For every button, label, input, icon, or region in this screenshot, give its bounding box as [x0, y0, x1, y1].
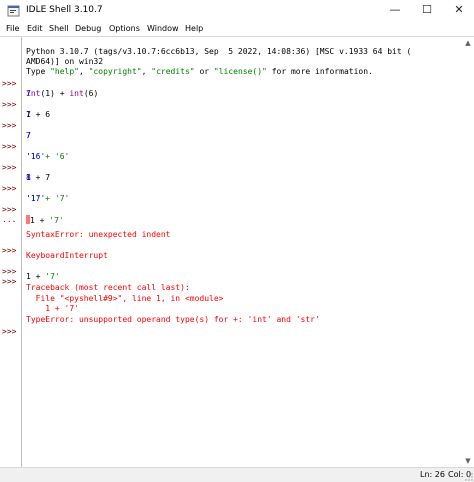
- output-line: 7: [26, 131, 31, 140]
- resize-grip-icon[interactable]: [465, 473, 473, 481]
- menu-shell[interactable]: Shell: [49, 22, 69, 35]
- maximize-button[interactable]: ☐: [412, 0, 442, 22]
- error-line: TypeError: unsupported operand type(s) f…: [26, 315, 320, 324]
- menu-file[interactable]: File: [6, 22, 19, 35]
- scroll-up-arrow-icon[interactable]: ▲: [462, 37, 474, 49]
- menu-debug[interactable]: Debug: [75, 22, 101, 35]
- banner-line: Python 3.10.7 (tags/v3.10.7:6cc6b13, Sep…: [26, 47, 412, 56]
- shell-text-area[interactable]: Python 3.10.7 (tags/v3.10.7:6cc6b13, Sep…: [0, 36, 474, 467]
- banner-line: AMD64)] on win32: [26, 57, 104, 66]
- output-line: 7: [26, 89, 31, 98]
- traceback-line: File "<pyshell#9>", line 1, in <module>: [26, 294, 224, 303]
- output-line: 7: [26, 110, 31, 119]
- line-number-indicator: Ln: 26: [420, 470, 445, 479]
- input-line: >>> 1 + 7: [2, 163, 51, 182]
- input-line: >>> 1 + '7': [2, 205, 64, 225]
- output-line: 8: [26, 173, 31, 182]
- error-line: SyntaxError: unexpected indent: [26, 230, 171, 239]
- prompt-marker: >>>: [2, 327, 17, 336]
- input-line: 1 + '7': [26, 272, 60, 281]
- input-line: >>> int(1) + int(6): [2, 79, 99, 98]
- menu-help[interactable]: Help: [185, 22, 203, 35]
- menu-edit[interactable]: Edit: [27, 22, 43, 35]
- continuation-line: ...: [0, 205, 474, 224]
- idle-app-icon: [7, 5, 20, 17]
- minimize-button[interactable]: —: [380, 0, 410, 22]
- input-line: >>>: [0, 317, 474, 336]
- error-line: KeyboardInterrupt: [26, 251, 108, 260]
- menu-options[interactable]: Options: [109, 22, 140, 35]
- status-bar: Ln: 26 Col: 0: [0, 467, 474, 482]
- menu-bar: File Edit Shell Debug Options Window Hel…: [0, 22, 474, 35]
- input-line: >>> 1 + 6: [2, 100, 51, 119]
- traceback-line: Traceback (most recent call last):: [26, 283, 190, 292]
- title-bar: IDLE Shell 3.10.7 — ☐ ✕: [0, 0, 474, 22]
- output-line: '17': [26, 194, 46, 203]
- input-line: >>> 7: [2, 121, 31, 140]
- input-line: >>> '1' + '6': [2, 142, 70, 161]
- banner-line: Type "help", "copyright", "credits" or "…: [26, 67, 373, 76]
- window-title: IDLE Shell 3.10.7: [26, 5, 103, 15]
- input-line: >>> '1' + '7': [2, 184, 70, 203]
- traceback-line: 1 + '7': [26, 304, 79, 313]
- output-line: '16': [26, 152, 46, 161]
- scroll-down-arrow-icon[interactable]: ▼: [462, 455, 474, 467]
- close-button[interactable]: ✕: [444, 0, 474, 22]
- vertical-scrollbar[interactable]: ▲ ▼: [462, 37, 474, 467]
- menu-window[interactable]: Window: [147, 22, 179, 35]
